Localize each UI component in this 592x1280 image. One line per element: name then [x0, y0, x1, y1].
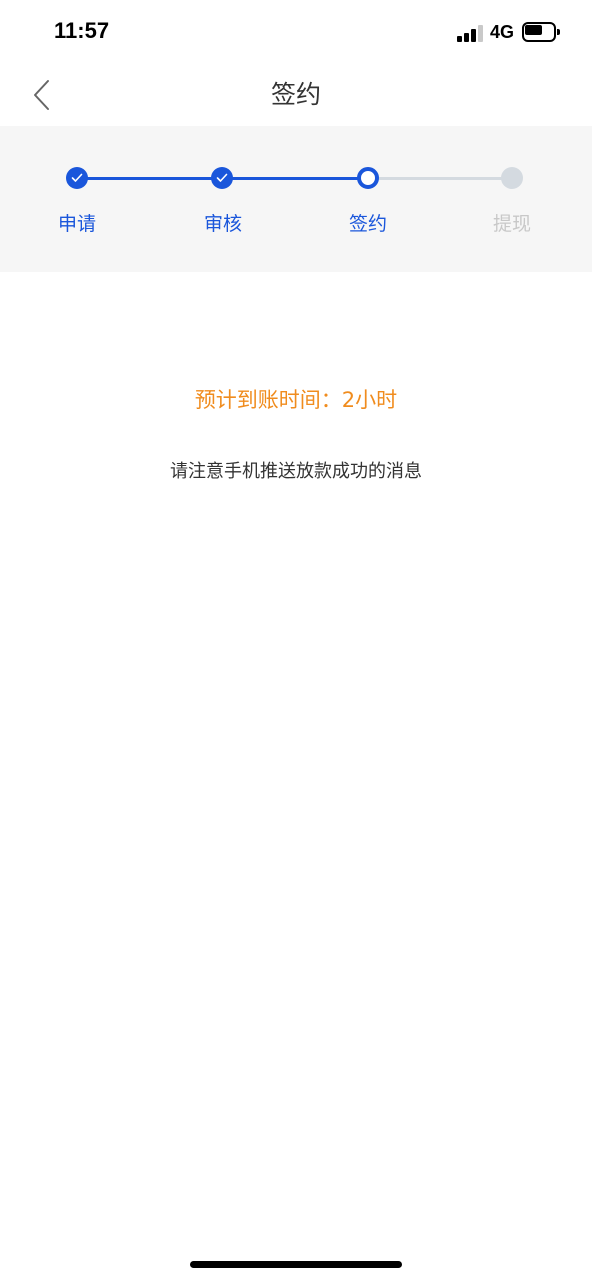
step-dot-withdraw: [501, 167, 523, 189]
status-time: 11:57: [54, 18, 110, 43]
step-dot-sign: [357, 167, 379, 189]
step-label-sign: 签约: [348, 213, 387, 235]
page-title: 签约: [270, 80, 321, 109]
step-line-1: [77, 177, 222, 180]
chevron-left-icon: [34, 80, 49, 110]
screen: 11:57 4G 签约 申请 审核 签约 提现 预计到账时间：2小时 请注意手机…: [0, 0, 592, 1280]
steps-progress: 申请 审核 签约 提现: [0, 126, 592, 272]
status-bar: 11:57 4G: [0, 0, 592, 64]
home-indicator[interactable]: [190, 1261, 402, 1268]
network-label: 4G: [490, 22, 515, 42]
step-line-2: [222, 177, 368, 180]
step-label-review: 审核: [203, 213, 242, 235]
battery-icon: [522, 22, 560, 42]
step-line-3: [368, 177, 512, 180]
check-icon: [216, 173, 228, 182]
back-button[interactable]: [22, 74, 62, 116]
push-notice-text: 请注意手机推送放款成功的消息: [170, 461, 422, 482]
signal-icon: [457, 24, 485, 42]
step-dot-apply: [66, 167, 88, 189]
step-dot-review: [211, 167, 233, 189]
estimated-arrival-time: 预计到账时间：2小时: [194, 388, 398, 412]
step-label-apply: 申请: [57, 213, 96, 235]
nav-bar: 签约: [0, 64, 592, 126]
step-label-withdraw: 提现: [492, 213, 531, 235]
check-icon: [71, 173, 83, 182]
